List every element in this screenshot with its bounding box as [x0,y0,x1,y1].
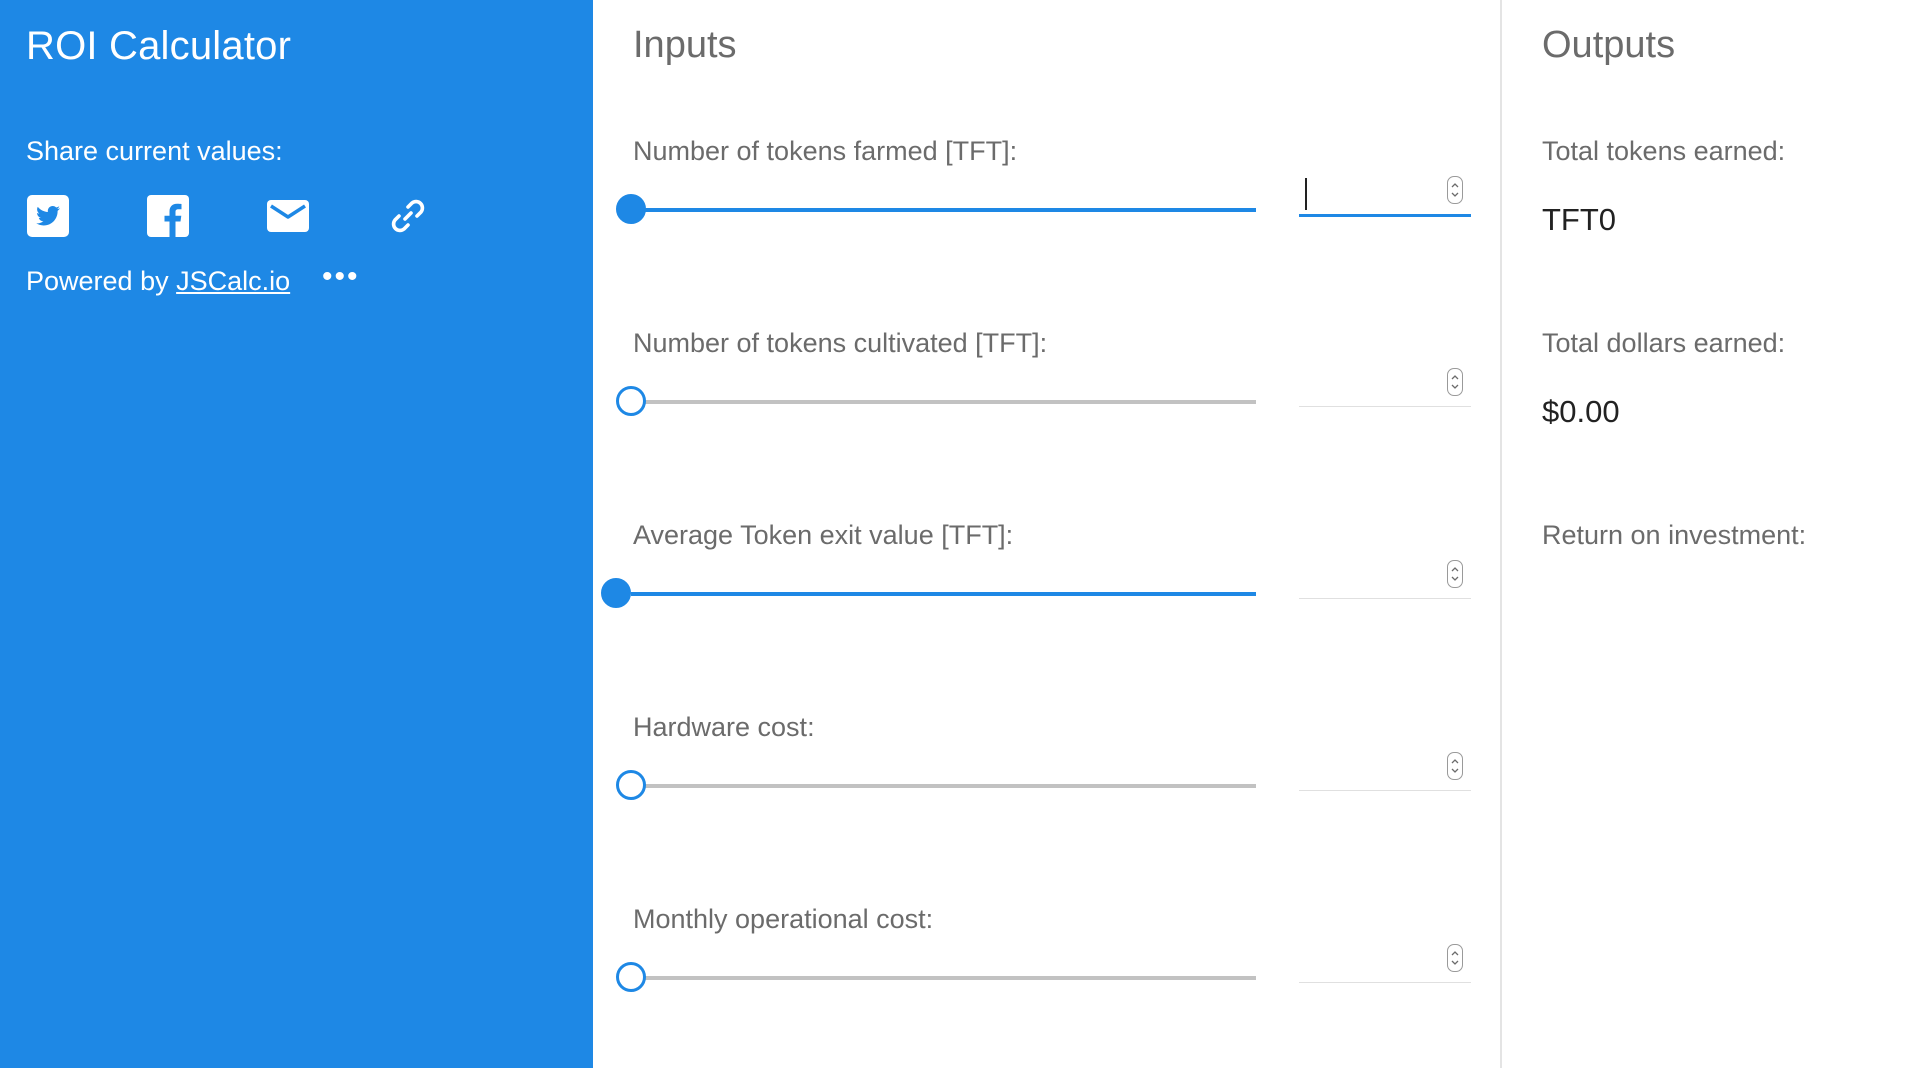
outputs-title: Outputs [1542,24,1676,66]
inputs-panel: Inputs Number of tokens farmed [TFT]: Nu… [593,0,1502,1068]
number-spinner[interactable] [1447,752,1463,780]
field-token-exit-value: Average Token exit value [TFT]: [593,520,1500,670]
email-share-button[interactable] [266,194,310,238]
outputs-panel: Outputs Total tokens earned: TFT0 Total … [1502,0,1914,1068]
roi-calculator-app: ROI Calculator Share current values: Pow… [0,0,1914,1068]
powered-prefix: Powered by [26,266,169,296]
facebook-icon [147,195,189,237]
spinner-arrows-icon [1451,759,1459,773]
powered-by: Powered by JSCalc.io [26,266,290,297]
facebook-share-button[interactable] [146,194,190,238]
number-spinner[interactable] [1447,944,1463,972]
token-exit-value-slider[interactable] [601,578,1256,608]
slider-fill [631,208,1256,212]
slider-fill [631,592,1256,596]
field-hardware-cost: Hardware cost: [593,712,1500,862]
slider-thumb[interactable] [616,194,646,224]
field-label: Monthly operational cost: [633,904,934,934]
total-tokens-earned-value: TFT0 [1542,202,1617,237]
return-on-investment-label: Return on investment: [1542,520,1807,550]
tokens-cultivated-box [1299,366,1471,408]
hardware-cost-input[interactable] [1299,750,1443,792]
copy-link-button[interactable] [386,194,430,238]
slider-thumb[interactable] [601,578,631,608]
token-exit-value-input[interactable] [1299,558,1443,600]
number-spinner[interactable] [1447,176,1463,204]
spinner-arrows-icon [1451,951,1459,965]
field-monthly-operational-cost: Monthly operational cost: [593,904,1500,1054]
token-exit-value-box [1299,558,1471,600]
app-title: ROI Calculator [26,24,292,68]
twitter-share-button[interactable] [26,194,70,238]
total-dollars-earned-label: Total dollars earned: [1542,328,1786,358]
link-icon [391,199,425,233]
monthly-operational-cost-slider[interactable] [616,962,1256,992]
tokens-farmed-slider[interactable] [616,194,1256,224]
inputs-title: Inputs [633,24,737,66]
field-label: Hardware cost: [633,712,815,742]
jscalc-link[interactable]: JSCalc.io [176,266,290,296]
sidebar: ROI Calculator Share current values: Pow… [0,0,593,1068]
total-tokens-earned-label: Total tokens earned: [1542,136,1786,166]
tokens-cultivated-slider[interactable] [616,386,1256,416]
more-options-icon[interactable]: ••• [322,262,360,292]
text-caret [1305,178,1307,210]
spinner-arrows-icon [1451,375,1459,389]
email-icon [267,200,309,232]
spinner-arrows-icon [1451,183,1459,197]
monthly-operational-cost-box [1299,942,1471,984]
total-dollars-earned-value: $0.00 [1542,394,1620,429]
monthly-operational-cost-input[interactable] [1299,942,1443,984]
slider-thumb[interactable] [616,386,646,416]
field-label: Number of tokens farmed [TFT]: [633,136,1018,166]
hardware-cost-slider[interactable] [616,770,1256,800]
twitter-icon [27,195,69,237]
spinner-arrows-icon [1451,567,1459,581]
share-label: Share current values: [26,136,283,166]
number-spinner[interactable] [1447,560,1463,588]
hardware-cost-box [1299,750,1471,792]
slider-thumb[interactable] [616,962,646,992]
field-label: Average Token exit value [TFT]: [633,520,1014,550]
slider-thumb[interactable] [616,770,646,800]
number-spinner[interactable] [1447,368,1463,396]
field-label: Number of tokens cultivated [TFT]: [633,328,1048,358]
field-tokens-cultivated: Number of tokens cultivated [TFT]: [593,328,1500,478]
tokens-farmed-box [1299,174,1471,217]
tokens-farmed-input[interactable] [1299,174,1443,216]
field-tokens-farmed: Number of tokens farmed [TFT]: [593,136,1500,286]
tokens-cultivated-input[interactable] [1299,366,1443,408]
